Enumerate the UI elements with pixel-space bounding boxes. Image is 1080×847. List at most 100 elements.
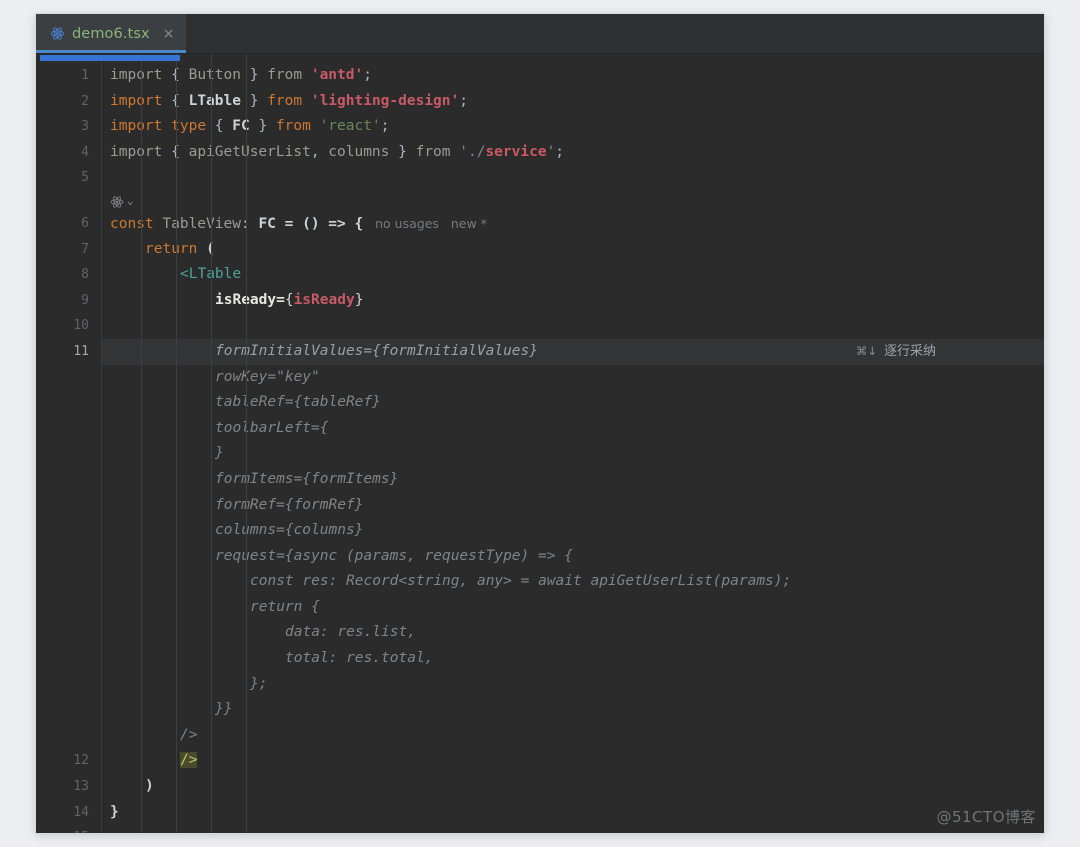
line-number-empty: . — [36, 441, 101, 467]
code-token: apiGetUserList — [188, 143, 311, 160]
line-number: 5 — [81, 170, 89, 186]
code-line[interactable]: /> — [102, 748, 1044, 774]
line-number: 15 — [36, 825, 101, 833]
code-token: /> — [180, 726, 198, 743]
line-number-empty: . — [36, 697, 101, 723]
code-token: { — [162, 67, 189, 83]
code-line[interactable]: toolbarLeft={ — [102, 416, 1044, 442]
tab-active-indicator — [36, 50, 187, 53]
code-token: ; — [363, 67, 372, 83]
code-line[interactable]: const TableView: FC = () => { no usages … — [102, 211, 1044, 237]
line-number: 9 — [81, 292, 89, 308]
line-number-empty: . — [36, 620, 101, 646]
code-line[interactable]: import { Button } from 'antd'; — [102, 63, 1044, 89]
code-content[interactable]: import { Button } from 'antd'; import { L… — [102, 54, 1044, 833]
line-number: 4 — [81, 144, 89, 160]
close-icon[interactable]: × — [163, 27, 175, 41]
line-number: 12 — [73, 753, 89, 769]
line-number-empty: . — [36, 595, 101, 621]
accept-hint-label: 逐行采纳 — [883, 343, 936, 359]
code-editor-window: demo6.tsx × 12345.67891011..............… — [36, 14, 1044, 833]
ai-accept-line-hint[interactable]: ⌘↓ 逐行采纳 — [856, 339, 936, 365]
code-line[interactable]: columns={columns} — [102, 518, 1044, 544]
code-line[interactable] — [102, 825, 1044, 833]
line-number: 14 — [73, 804, 89, 820]
code-token: tableRef={tableRef} — [215, 394, 381, 411]
code-token: } — [389, 143, 416, 160]
code-line[interactable] — [102, 165, 1044, 191]
line-number-empty: . — [36, 365, 101, 391]
code-line[interactable]: import { apiGetUserList, columns } from … — [102, 140, 1044, 166]
code-line[interactable]: } — [102, 800, 1044, 826]
line-number: 1 — [81, 68, 89, 83]
code-line[interactable]: rowKey="key" — [102, 365, 1044, 391]
code-line[interactable]: isReady={isReady} — [102, 288, 1044, 314]
line-number: 6 — [81, 215, 89, 231]
code-line[interactable]: <LTable — [102, 262, 1044, 288]
react-component-icon — [110, 194, 124, 209]
code-token: isReady= — [215, 291, 285, 308]
progress-fill — [40, 55, 180, 61]
code-line[interactable]: import type { FC } from 'react'; — [102, 114, 1044, 140]
code-line[interactable]: return { — [102, 595, 1044, 621]
code-line[interactable]: total: res.total, — [102, 646, 1044, 672]
code-token: request={async (params, requestType) => … — [215, 547, 573, 564]
code-token: } — [215, 445, 224, 462]
code-token: service — [485, 143, 547, 160]
code-token: ( — [197, 240, 215, 257]
code-line[interactable]: }; — [102, 672, 1044, 698]
code-line[interactable]: formItems={formItems} — [102, 467, 1044, 493]
line-number-empty: . — [36, 672, 101, 698]
code-token: isReady — [293, 291, 355, 308]
code-token: }; — [250, 675, 268, 692]
code-line[interactable]: const res: Record<string, any> = await a… — [102, 569, 1044, 595]
code-line-current[interactable]: formInitialValues={formInitialValues} ⌘↓ 逐… — [102, 338, 1044, 365]
code-token: , — [310, 143, 329, 160]
line-number-empty: . — [36, 723, 101, 749]
code-token: { — [162, 143, 189, 160]
code-token: return { — [250, 598, 320, 615]
tab-demo6-tsx[interactable]: demo6.tsx × — [36, 14, 187, 53]
line-number-empty: . — [36, 467, 101, 493]
code-token: = () => { — [275, 215, 364, 232]
line-number: 7 — [81, 241, 89, 257]
code-token: FC — [232, 118, 250, 135]
code-line[interactable]: ) — [102, 774, 1044, 800]
code-token: : — [240, 215, 259, 232]
line-number-empty: . — [36, 493, 101, 519]
line-number: 3 — [81, 119, 89, 135]
code-line[interactable]: /> — [102, 723, 1044, 749]
line-number-empty: . — [36, 518, 101, 544]
code-line[interactable]: formRef={formRef} — [102, 493, 1044, 519]
code-token: LTable — [188, 92, 241, 109]
line-number: 2 — [81, 93, 89, 109]
code-line[interactable]: data: res.list, — [102, 620, 1044, 646]
code-lens-row: ⌄ — [102, 191, 1044, 211]
code-line[interactable]: } — [102, 441, 1044, 467]
code-token: ; — [380, 118, 390, 135]
code-line[interactable]: import { LTable } from 'lighting-design'… — [102, 89, 1044, 115]
code-area: 12345.67891011...............12131415 im… — [36, 54, 1044, 833]
code-line[interactable]: }} — [102, 697, 1044, 723]
code-line[interactable]: tableRef={tableRef} — [102, 390, 1044, 416]
code-line[interactable]: request={async (params, requestType) => … — [102, 544, 1044, 570]
code-line[interactable] — [102, 313, 1044, 339]
code-token: from — [415, 143, 451, 160]
code-token: <LTable — [180, 266, 242, 283]
code-token: rowKey="key" — [215, 368, 320, 385]
line-number: 10 — [73, 318, 89, 334]
code-token: no usages new * — [363, 215, 487, 231]
line-number-empty: . — [36, 569, 101, 595]
code-token: from — [267, 67, 303, 83]
screenshot-root: demo6.tsx × 12345.67891011..............… — [0, 0, 1080, 847]
code-line[interactable]: return ( — [102, 237, 1044, 263]
tab-label: demo6.tsx — [72, 25, 150, 42]
code-token: import — [110, 118, 163, 135]
chevron-down-icon[interactable]: ⌄ — [127, 194, 134, 207]
code-token: { — [162, 92, 189, 109]
code-token: ; — [555, 143, 565, 160]
code-token: } — [240, 92, 268, 109]
